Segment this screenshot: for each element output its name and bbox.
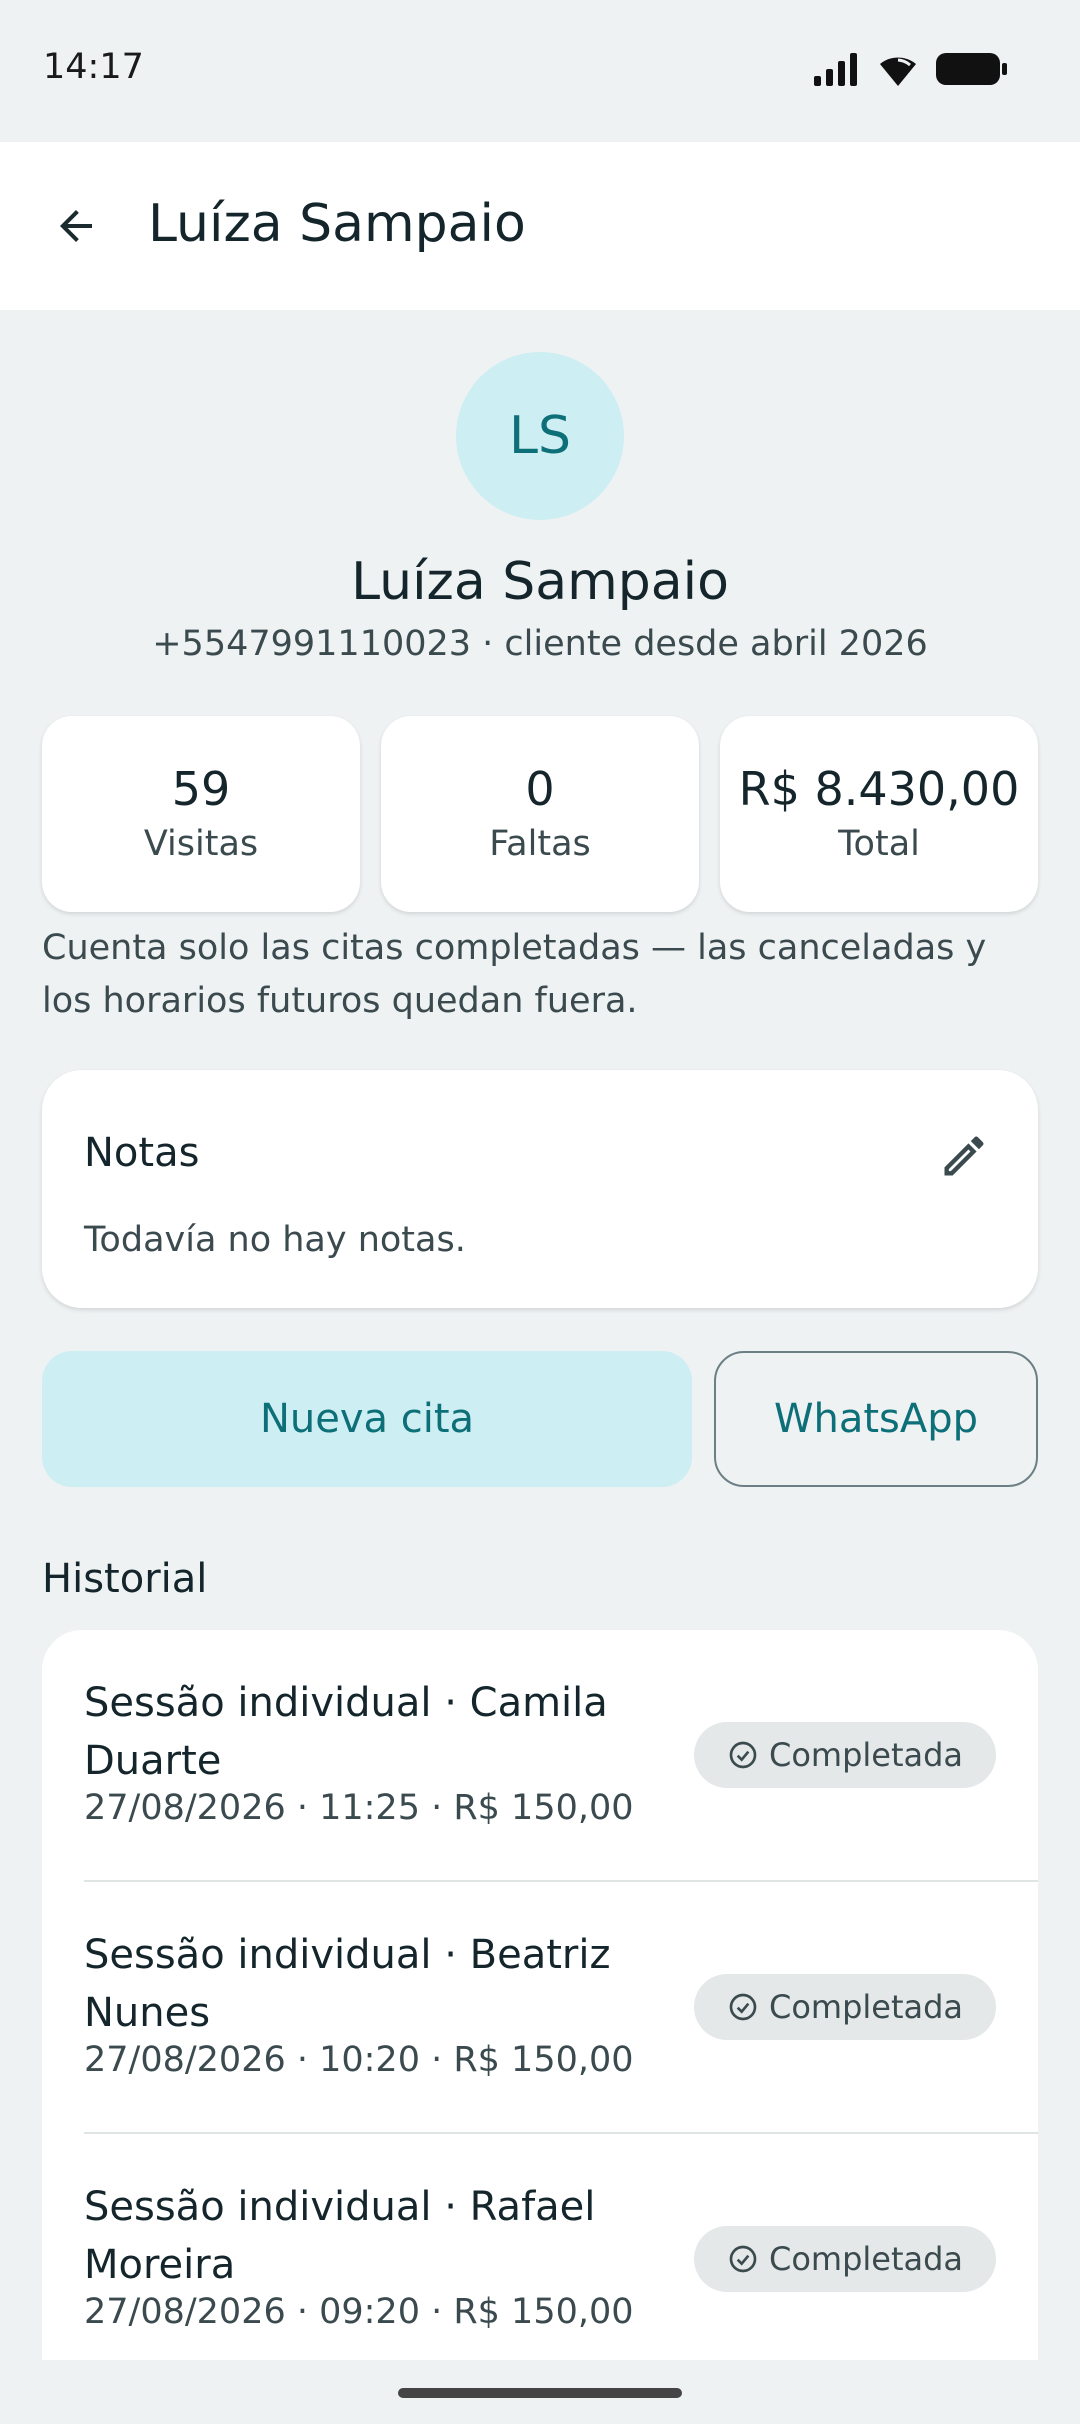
check-circle-icon bbox=[729, 1993, 757, 2021]
notes-empty-text: Todavía no hay notas. bbox=[84, 1220, 466, 1260]
avatar: LS bbox=[456, 352, 624, 520]
status-time: 14:17 bbox=[43, 47, 144, 87]
status-badge-label: Completada bbox=[768, 1988, 964, 2026]
status-bar: 14:17 bbox=[0, 0, 1080, 142]
pencil-icon bbox=[944, 1136, 984, 1176]
history-title: Historial bbox=[42, 1556, 208, 1602]
status-badge-label: Completada bbox=[768, 2240, 964, 2278]
status-badge-label: Completada bbox=[768, 1736, 964, 1774]
list-item[interactable]: Sessão individual · Camila Duarte 27/08/… bbox=[42, 1630, 1038, 1882]
client-subtitle: +5547991110023 · cliente desde abril 202… bbox=[152, 624, 928, 664]
battery-icon bbox=[936, 53, 1007, 85]
history-item-title: Sessão individual · Rafael Moreira bbox=[84, 2184, 596, 2288]
check-circle-icon bbox=[729, 2245, 757, 2273]
whatsapp-button[interactable]: WhatsApp bbox=[714, 1351, 1038, 1487]
wifi-icon bbox=[880, 57, 916, 86]
app-bar: Luíza Sampaio bbox=[0, 142, 1080, 310]
history-item-title: Sessão individual · Beatriz Nunes bbox=[84, 1932, 611, 2036]
stat-value: 0 bbox=[525, 762, 555, 816]
stat-value: R$ 8.430,00 bbox=[738, 762, 1020, 816]
stat-card-total: R$ 8.430,00 Total bbox=[720, 716, 1038, 912]
stat-card-absences: 0 Faltas bbox=[381, 716, 699, 912]
edit-notes-button[interactable] bbox=[932, 1124, 996, 1188]
status-badge: Completada bbox=[694, 2226, 996, 2292]
stats-note: Cuenta solo las citas completadas — las … bbox=[42, 928, 987, 1021]
history-item-meta: 27/08/2026 · 09:20 · R$ 150,00 bbox=[84, 2292, 634, 2332]
check-circle-icon bbox=[729, 1741, 757, 1769]
page-title: Luíza Sampaio bbox=[148, 194, 526, 254]
status-badge: Completada bbox=[694, 1974, 996, 2040]
status-badge: Completada bbox=[694, 1722, 996, 1788]
stat-card-visits: 59 Visitas bbox=[42, 716, 360, 912]
stat-value: 59 bbox=[171, 762, 231, 816]
stat-label: Visitas bbox=[143, 824, 259, 864]
history-item-meta: 27/08/2026 · 11:25 · R$ 150,00 bbox=[84, 1788, 634, 1828]
status-icons bbox=[814, 52, 1008, 86]
list-item[interactable]: Sessão individual · Rafael Moreira 27/08… bbox=[42, 2134, 1038, 2360]
stat-label: Faltas bbox=[489, 824, 591, 864]
stat-label: Total bbox=[838, 824, 920, 864]
new-appointment-button[interactable]: Nueva cita bbox=[42, 1351, 692, 1487]
client-name: Luíza Sampaio bbox=[351, 552, 729, 612]
back-arrow-icon bbox=[60, 210, 92, 242]
notes-card: Notas Todavía no hay notas. bbox=[42, 1070, 1038, 1308]
notes-title: Notas bbox=[84, 1130, 200, 1176]
home-indicator[interactable] bbox=[398, 2388, 682, 2398]
signal-icon bbox=[814, 53, 857, 86]
history-list: Sessão individual · Camila Duarte 27/08/… bbox=[42, 1630, 1038, 2360]
history-item-title: Sessão individual · Camila Duarte bbox=[84, 1680, 608, 1784]
history-item-meta: 27/08/2026 · 10:20 · R$ 150,00 bbox=[84, 2040, 634, 2080]
list-item[interactable]: Sessão individual · Beatriz Nunes 27/08/… bbox=[42, 1882, 1038, 2134]
back-button[interactable] bbox=[36, 186, 116, 266]
